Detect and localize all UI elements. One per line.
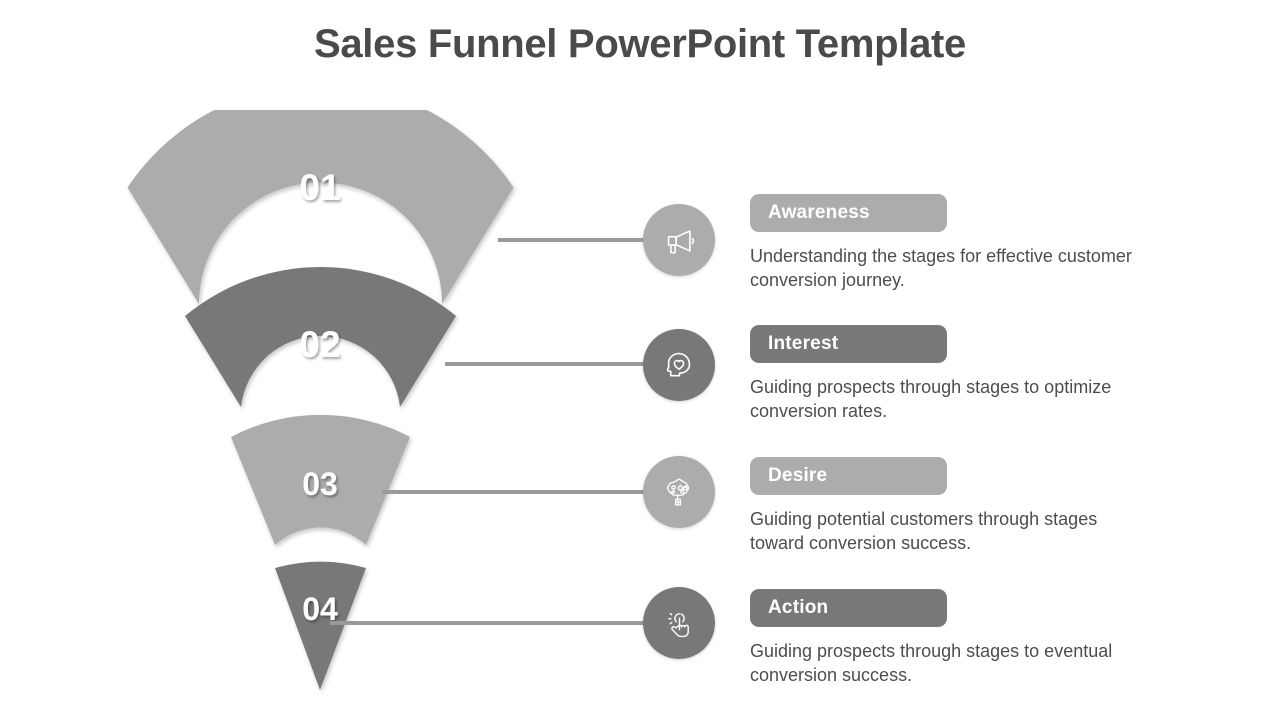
funnel-number-02: 02: [299, 324, 340, 365]
stage-description-awareness: Understanding the stages for effective c…: [750, 246, 1132, 290]
connector-line-4: [330, 621, 658, 625]
wish-tree-icon: [661, 474, 697, 510]
sales-funnel-graphic: 01 02 03 04: [100, 110, 660, 710]
stage-description-action: Guiding prospects through stages to even…: [750, 641, 1113, 685]
hand-tap-icon: [661, 605, 698, 642]
stage-info-action: Action Guiding prospects through stages …: [750, 589, 1150, 688]
stage-icon-circle-desire[interactable]: [643, 456, 715, 528]
connector-line-1: [498, 238, 658, 242]
slide-canvas: Sales Funnel PowerPoint Template 01 02 0…: [0, 0, 1280, 720]
stage-label-awareness[interactable]: Awareness: [750, 194, 947, 232]
page-title: Sales Funnel PowerPoint Template: [313, 22, 967, 66]
stage-icon-circle-action[interactable]: [643, 587, 715, 659]
connector-line-3: [382, 490, 658, 494]
connector-line-2: [445, 362, 658, 366]
stage-label-interest[interactable]: Interest: [750, 325, 947, 363]
stage-description-desire: Guiding potential customers through stag…: [750, 509, 1098, 553]
stage-label-desire[interactable]: Desire: [750, 457, 947, 495]
megaphone-icon: [660, 221, 698, 259]
funnel-svg: 01 02 03 04: [127, 110, 514, 690]
stage-info-interest: Interest Guiding prospects through stage…: [750, 325, 1150, 424]
stage-info-awareness: Awareness Understanding the stages for e…: [750, 194, 1150, 293]
stage-icon-circle-awareness[interactable]: [643, 204, 715, 276]
stage-icon-circle-interest[interactable]: [643, 329, 715, 401]
stage-description-interest: Guiding prospects through stages to opti…: [750, 377, 1112, 421]
funnel-number-01: 01: [299, 167, 340, 208]
head-heart-icon: [660, 346, 698, 384]
funnel-number-03: 03: [302, 466, 338, 502]
stage-label-action[interactable]: Action: [750, 589, 947, 627]
stage-info-desire: Desire Guiding potential customers throu…: [750, 457, 1150, 556]
